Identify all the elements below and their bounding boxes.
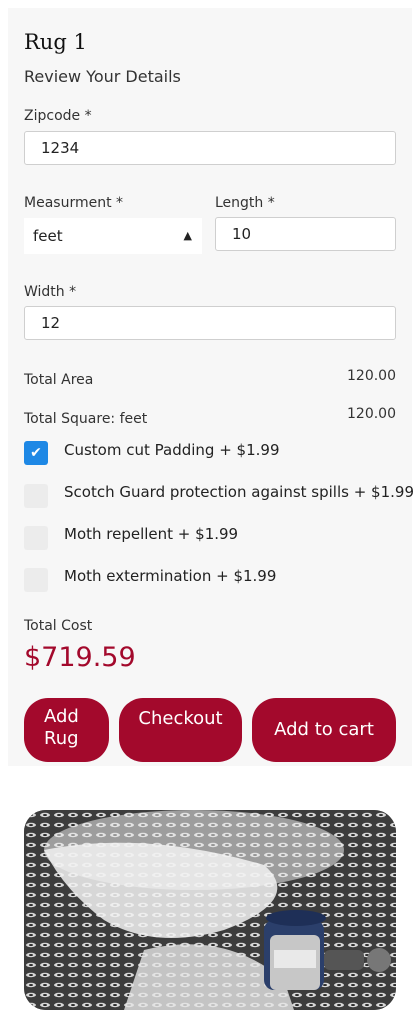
checkout-button[interactable]: Checkout (119, 698, 242, 762)
zipcode-input[interactable]: 1234 (24, 131, 396, 165)
total-cost-label: Total Cost (24, 618, 93, 634)
measurement-label: Measurment * (24, 195, 124, 211)
padding-option-label: Custom cut Padding + $1.99 (64, 441, 280, 459)
rug-cleaning-photo (24, 810, 396, 1010)
total-area-label: Total Area (24, 372, 94, 388)
scotch-guard-option-label: Scotch Guard protection against spills +… (64, 483, 415, 501)
rug-cleaning-illustration (24, 810, 396, 1010)
updown-arrows-icon: ▲ (183, 229, 192, 242)
add-to-cart-button[interactable]: Add to cart (252, 698, 396, 762)
length-input[interactable]: 10 (215, 217, 396, 251)
total-cost-value: $719.59 (24, 642, 136, 673)
length-label: Length * (215, 195, 275, 211)
moth-repellent-option-label: Moth repellent + $1.99 (64, 525, 239, 543)
total-square-label: Total Square: feet (24, 411, 148, 427)
padding-checkbox[interactable]: ✔ (24, 441, 48, 465)
section-subtitle: Review Your Details (24, 67, 181, 86)
product-title: Rug 1 (24, 30, 87, 54)
checkmark-icon: ✔ (30, 445, 42, 461)
measurement-select-value: feet (33, 227, 63, 245)
total-area-value: 120.00 (347, 368, 396, 384)
total-square-value: 120.00 (347, 406, 396, 422)
measurement-select[interactable]: feet ▲ (24, 218, 202, 254)
moth-extermination-option-label: Moth extermination + $1.99 (64, 567, 277, 585)
add-rug-button[interactable]: Add Rug (24, 698, 109, 762)
width-label: Width * (24, 284, 77, 300)
moth-repellent-checkbox[interactable] (24, 526, 48, 550)
zipcode-label: Zipcode * (24, 108, 92, 124)
width-input[interactable]: 12 (24, 306, 396, 340)
scotch-guard-checkbox[interactable] (24, 484, 48, 508)
moth-extermination-checkbox[interactable] (24, 568, 48, 592)
